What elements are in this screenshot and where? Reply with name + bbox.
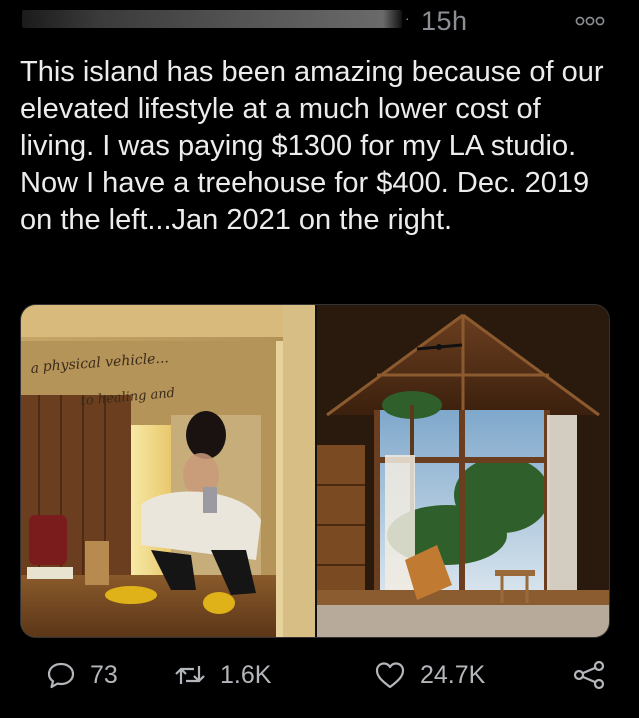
heart-icon [375, 662, 405, 689]
share-icon [573, 660, 605, 690]
post-body-text: This island has been amazing because of … [20, 56, 604, 236]
svg-text:a: a [30, 360, 39, 377]
photo-right-treehouse[interactable] [317, 305, 609, 637]
like-count: 24.7K [420, 660, 486, 689]
share-button[interactable] [572, 660, 606, 690]
retweet-icon [175, 666, 205, 684]
reply-bubble-icon [47, 662, 75, 689]
more-options-icon [575, 16, 605, 26]
redacted-author-name [22, 10, 402, 28]
post-media[interactable]: a physical vehicle... to healing and [20, 304, 610, 638]
like-button[interactable]: 24.7K [374, 660, 485, 690]
header-separator: · [405, 10, 410, 26]
retweet-button[interactable]: 1.6K [174, 660, 271, 690]
reply-button[interactable]: 73 [46, 660, 118, 690]
post-timestamp[interactable]: 15h [421, 6, 468, 37]
more-options-button[interactable] [570, 8, 610, 34]
photo-left-apartment-mirror[interactable]: a physical vehicle... to healing and [21, 305, 315, 637]
post-header: · 15h [0, 0, 639, 40]
retweet-count: 1.6K [220, 660, 272, 689]
reply-count: 73 [90, 660, 118, 689]
post-action-bar: 73 1.6K 24.7K [0, 650, 639, 700]
